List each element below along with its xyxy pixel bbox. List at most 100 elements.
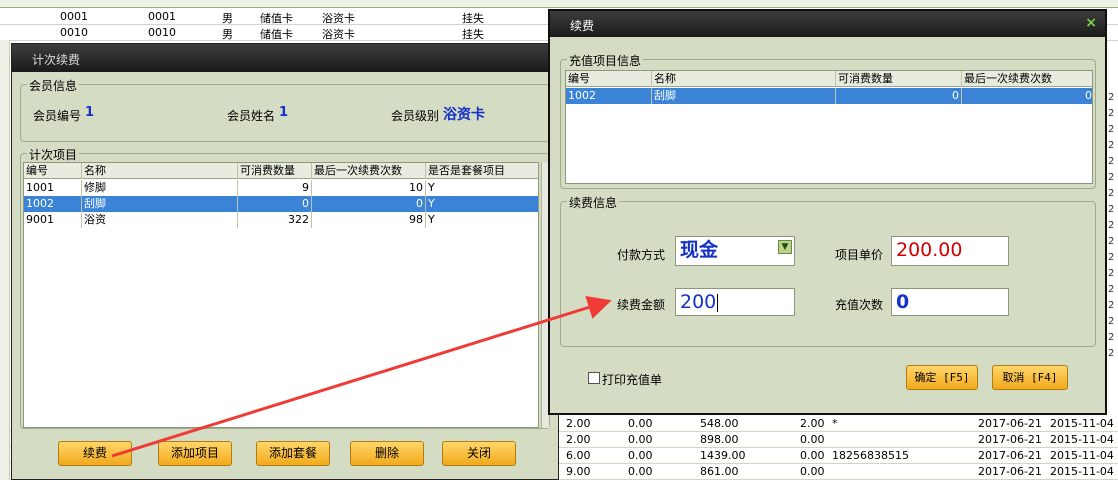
- amount-value: 200: [680, 291, 717, 313]
- edge-mark: 2: [1108, 252, 1115, 263]
- qty-cell: 0: [238, 196, 312, 212]
- cell: 2015-11-04: [1050, 433, 1114, 446]
- member-name-cell: 0010: [148, 26, 176, 39]
- column-header[interactable]: 名称: [652, 71, 836, 87]
- renew-button[interactable]: 续费: [58, 441, 132, 466]
- edge-mark: 2: [1108, 236, 1115, 247]
- column-header[interactable]: 可消费数量: [238, 163, 312, 179]
- chevron-down-icon[interactable]: ▼: [778, 240, 792, 254]
- last-count-cell: 10: [312, 180, 426, 196]
- cell: 0.00: [800, 433, 825, 446]
- cell: 2.00: [566, 433, 591, 446]
- table-row[interactable]: 9001 浴资 322 98 Y: [24, 212, 538, 228]
- qty-cell: 0: [836, 88, 962, 104]
- delete-button[interactable]: 删除: [350, 441, 424, 466]
- add-item-button[interactable]: 添加项目: [158, 441, 232, 466]
- column-header[interactable]: 最后一次续费次数: [962, 71, 1092, 87]
- pay-method-label: 付款方式: [617, 248, 666, 262]
- count-label: 充值次数: [835, 298, 884, 312]
- code-cell: 1002: [566, 88, 652, 104]
- add-package-button[interactable]: 添加套餐: [256, 441, 330, 466]
- last-count-cell: 0: [1085, 89, 1092, 102]
- close-icon[interactable]: ×: [1085, 15, 1097, 31]
- column-header[interactable]: 编号: [24, 163, 82, 179]
- cell: 2015-11-04: [1050, 449, 1114, 462]
- cell: 0.00: [628, 417, 653, 430]
- group-title: 会员信息: [27, 77, 80, 94]
- member-name-cell: 0001: [148, 10, 176, 23]
- column-header[interactable]: 可消费数量: [836, 71, 962, 87]
- member-no-cell: 0001: [60, 10, 88, 23]
- pay-method-select[interactable]: 现金 ▼: [675, 236, 795, 266]
- edge-mark: 2: [1108, 348, 1115, 359]
- card-cell: 储值卡: [260, 28, 293, 41]
- cell: 2017-06-21: [978, 433, 1042, 446]
- dialog-title: 续费: [570, 19, 595, 33]
- cell: 0.00: [628, 465, 653, 478]
- renewal-dialog: 续费 × 充值项目信息 编号 名称 可消费数量 最后一次续费次数 1002 刮脚…: [548, 9, 1107, 415]
- table-row-selected[interactable]: 1002 刮脚 0 0 Y: [24, 196, 538, 212]
- edge-mark: 2: [1108, 300, 1115, 311]
- recharge-items-table[interactable]: 编号 名称 可消费数量 最后一次续费次数 1002 刮脚 0 0: [565, 70, 1093, 184]
- items-table[interactable]: 编号 名称 可消费数量 最后一次续费次数 是否是套餐项目 1001 修脚 9 1…: [23, 162, 539, 428]
- count-field[interactable]: 0: [891, 288, 1009, 316]
- name-cell: 浴资: [82, 212, 238, 228]
- close-button[interactable]: 关闭: [442, 441, 516, 466]
- ok-button[interactable]: 确定 [F5]: [906, 365, 978, 390]
- member-info-group: 会员信息 会员编号 1 会员姓名 1 会员级别 浴资卡: [20, 77, 550, 142]
- member-no-cell: 0010: [60, 26, 88, 39]
- column-header[interactable]: 名称: [82, 163, 238, 179]
- cell: 2017-06-21: [978, 417, 1042, 430]
- titlebar[interactable]: 续费 ×: [550, 11, 1105, 37]
- cell: 2015-11-04: [1050, 465, 1114, 478]
- column-header[interactable]: 编号: [566, 71, 652, 87]
- last-count-cell: 98: [312, 212, 426, 228]
- edge-mark: 2: [1108, 140, 1115, 151]
- amount-field[interactable]: 200: [675, 288, 795, 316]
- cell: 2.00: [800, 417, 825, 430]
- table-row-selected[interactable]: 1002 刮脚 0 0: [566, 88, 1092, 104]
- titlebar[interactable]: 计次续费: [12, 44, 558, 72]
- group-title: 计次项目: [27, 146, 80, 163]
- name-cell: 修脚: [82, 180, 238, 196]
- sex-cell: 男: [222, 12, 233, 25]
- status-cell: 挂失: [462, 12, 484, 25]
- edge-mark: 2: [1108, 156, 1115, 167]
- name-cell: 刮脚: [652, 88, 836, 104]
- cell: 2015-11-04: [1050, 417, 1114, 430]
- cell: 0.00: [628, 433, 653, 446]
- edge-mark: 2: [1108, 188, 1115, 199]
- column-header[interactable]: 最后一次续费次数: [312, 163, 426, 179]
- edge-mark: 2: [1108, 108, 1115, 119]
- member-name-value: 1: [279, 105, 289, 120]
- code-cell: 9001: [24, 212, 82, 228]
- package-cell: Y: [428, 181, 435, 194]
- qty-cell: 9: [238, 180, 312, 196]
- package-cell: Y: [428, 213, 435, 226]
- background-edge-column: 2 2 2 2 2 2 2 2 2 2 2 2 2 2 2 2 2: [1108, 90, 1118, 362]
- table-row[interactable]: 1001 修脚 9 10 Y: [24, 180, 538, 196]
- cell: 861.00: [700, 465, 739, 478]
- sex-cell: 男: [222, 28, 233, 41]
- cell: 2.00: [566, 417, 591, 430]
- code-cell: 1002: [24, 196, 82, 212]
- cell: 548.00: [700, 417, 739, 430]
- print-checkbox[interactable]: [588, 372, 600, 384]
- cell: 2017-06-21: [978, 465, 1042, 478]
- table-header: 编号 名称 可消费数量 最后一次续费次数: [566, 71, 1092, 87]
- type-cell: 浴资卡: [322, 12, 355, 25]
- times-renewal-window: 计次续费 会员信息 会员编号 1 会员姓名 1 会员级别 浴资卡 计次项目 编号…: [11, 43, 559, 480]
- group-title: 续费信息: [567, 194, 620, 211]
- table-header: 编号 名称 可消费数量 最后一次续费次数 是否是套餐项目: [24, 163, 538, 179]
- last-count-cell: 0: [312, 196, 426, 212]
- cell: 18256838515: [832, 449, 909, 462]
- cancel-button[interactable]: 取消 [F4]: [992, 365, 1068, 390]
- background-edge-strip: [0, 40, 10, 480]
- text-cursor: [717, 293, 719, 312]
- unit-price-value: 200.00: [896, 239, 963, 261]
- cell: 1439.00: [700, 449, 746, 462]
- recharge-item-group: 充值项目信息 编号 名称 可消费数量 最后一次续费次数 1002 刮脚 0 0: [560, 52, 1096, 189]
- column-header[interactable]: 是否是套餐项目: [426, 163, 538, 179]
- unit-price-field[interactable]: 200.00: [891, 236, 1009, 266]
- window-title: 计次续费: [32, 53, 81, 67]
